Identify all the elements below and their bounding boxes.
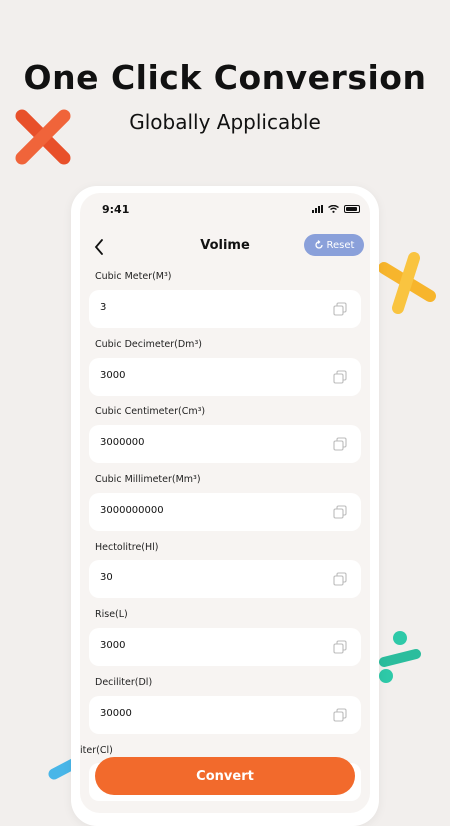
decorative-x-yellow	[378, 252, 436, 314]
copy-icon[interactable]	[333, 640, 347, 654]
signal-icon	[312, 205, 323, 213]
copy-icon[interactable]	[333, 572, 347, 586]
copy-icon[interactable]	[333, 708, 347, 722]
field-value: 3000000000	[100, 505, 164, 516]
promo-headline: One Click Conversion	[23, 58, 427, 97]
field-input[interactable]: 3000000000	[89, 493, 361, 531]
field-label: Cubic Millimeter(Mm³)	[95, 474, 201, 485]
field-label: Hectolitre(Hl)	[95, 542, 159, 553]
reset-button[interactable]: Reset	[304, 234, 364, 256]
field-label: iter(Cl)	[80, 745, 113, 756]
field-input[interactable]: 3	[89, 290, 361, 328]
decorative-x-red	[15, 109, 71, 165]
copy-icon[interactable]	[333, 505, 347, 519]
wifi-icon	[328, 205, 339, 213]
field-value: 30000	[100, 708, 132, 719]
copy-icon[interactable]	[333, 370, 347, 384]
field-value: 3000000	[100, 437, 145, 448]
reset-label: Reset	[326, 239, 355, 251]
field-label: Cubic Centimeter(Cm³)	[95, 406, 206, 417]
field-value: 3000	[100, 640, 126, 651]
battery-icon	[344, 205, 360, 213]
field-input[interactable]: 3000000	[89, 425, 361, 463]
field-input[interactable]: 30	[89, 560, 361, 598]
refresh-icon	[314, 240, 323, 249]
convert-button[interactable]: Convert	[95, 757, 355, 795]
field-value: 3	[100, 302, 107, 313]
field-value: 30	[100, 572, 113, 583]
field-value: 3000	[100, 370, 126, 381]
status-icons	[312, 205, 360, 213]
copy-icon[interactable]	[333, 302, 347, 316]
field-label: Rise(L)	[95, 609, 128, 620]
status-time: 9:41	[102, 203, 130, 216]
field-input[interactable]: 30000	[89, 696, 361, 734]
field-label: Cubic Decimeter(Dm³)	[95, 339, 202, 350]
phone-screen: 9:41 Volime Reset Cubic Meter(M³) 3 Cubi…	[80, 193, 370, 813]
field-label: Deciliter(Dl)	[95, 677, 153, 688]
copy-icon[interactable]	[333, 437, 347, 451]
field-input[interactable]: 3000	[89, 628, 361, 666]
field-input[interactable]: 3000	[89, 358, 361, 396]
field-label: Cubic Meter(M³)	[95, 271, 172, 282]
decorative-divide-teal	[379, 631, 421, 683]
